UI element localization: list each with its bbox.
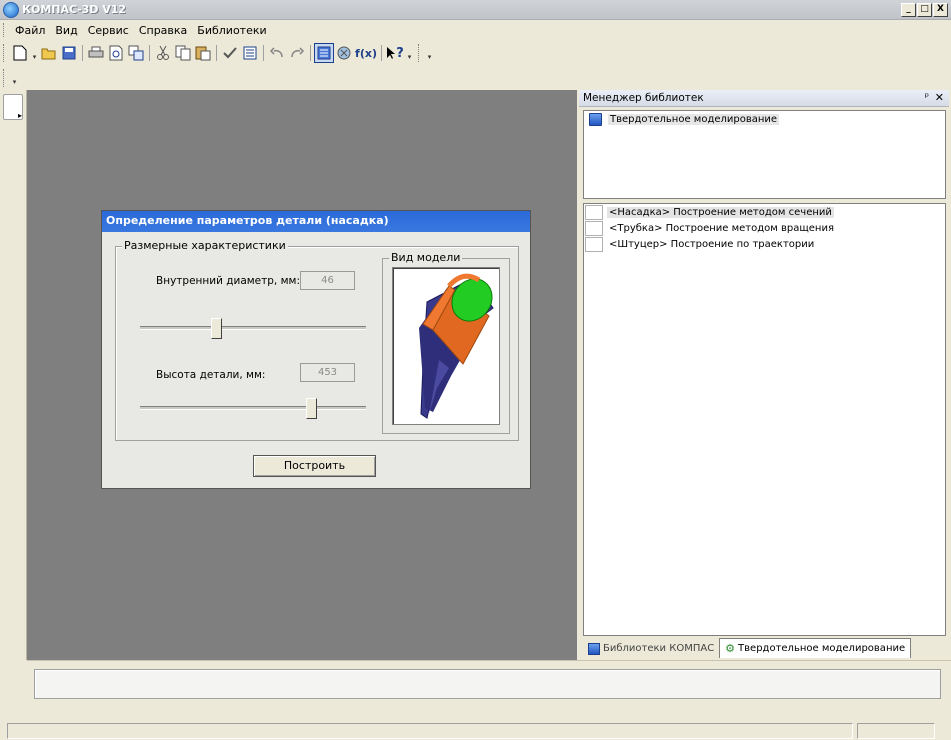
library-manager-panel: Менеджер библиотек ᵖ ✕ Твердотельное мод…: [579, 90, 949, 660]
item-icon: [585, 220, 603, 236]
list-item[interactable]: <Трубка> Построение методом вращения: [584, 220, 945, 236]
secondary-toolbar: ▾: [0, 66, 19, 90]
status-pane-main: [7, 723, 853, 739]
copy-props-icon[interactable]: [126, 43, 146, 63]
list-item-label: <Штуцер> Построение по траектории: [609, 238, 815, 250]
library-commands-list: <Насадка> Построение методом сечений <Тр…: [583, 203, 946, 636]
list-item-label: <Трубка> Построение методом вращения: [609, 222, 834, 234]
build-button[interactable]: Построить: [253, 455, 376, 477]
library-manager-header: Менеджер библиотек ᵖ ✕: [579, 90, 949, 107]
new-file-icon[interactable]: [10, 43, 30, 63]
gear-icon: ⚙: [725, 642, 736, 655]
menu-libraries[interactable]: Библиотеки: [192, 24, 271, 37]
height-slider-thumb[interactable]: [305, 398, 317, 419]
model-view-label: Вид модели: [389, 251, 463, 264]
close-button[interactable]: X: [933, 3, 948, 17]
model-view-group: Вид модели: [382, 251, 510, 434]
inner-diameter-slider-track[interactable]: [140, 326, 366, 330]
menubar-grip[interactable]: [3, 23, 6, 37]
standard-toolbar: ▾ f(x) ? ▾ ▾: [0, 40, 434, 66]
paste-icon[interactable]: [193, 43, 213, 63]
title-bar: КОМПАС-3D V12 _ □ X: [0, 0, 951, 20]
app-logo-icon: [3, 1, 19, 18]
list-item-label: <Насадка> Построение методом сечений: [607, 206, 834, 218]
menu-help[interactable]: Справка: [134, 24, 192, 37]
list-icon[interactable]: [240, 43, 260, 63]
nozzle-model-image: [419, 273, 494, 419]
toolbar-separator: [381, 45, 382, 61]
redo-icon[interactable]: [287, 43, 307, 63]
cut-icon[interactable]: [153, 43, 173, 63]
pin-icon[interactable]: ᵖ: [925, 92, 929, 103]
library-tabs: Библиотеки КОМПАС ⚙ Твердотельное модели…: [583, 638, 946, 658]
menu-file[interactable]: Файл: [10, 24, 50, 37]
toolbar-overflow-icon[interactable]: ▾: [405, 45, 414, 61]
toolbar-grip[interactable]: [3, 69, 6, 87]
dimensions-group-label: Размерные характеристики: [122, 239, 288, 252]
library-book-icon: [589, 113, 602, 126]
check-icon[interactable]: [220, 43, 240, 63]
help-cursor-icon[interactable]: ?: [385, 43, 405, 63]
open-icon[interactable]: [39, 43, 59, 63]
panel-close-icon[interactable]: ✕: [935, 91, 944, 104]
minimize-button[interactable]: _: [901, 3, 916, 17]
toolbar-separator: [263, 45, 264, 61]
toolbar-grip[interactable]: [418, 44, 421, 62]
left-panel-strip: ▸: [0, 90, 27, 660]
panel-tab[interactable]: ▸: [3, 94, 23, 120]
toolbar-separator: [216, 45, 217, 61]
variables-icon[interactable]: [334, 43, 354, 63]
library-item[interactable]: Твердотельное моделирование: [584, 111, 945, 128]
inner-diameter-field[interactable]: 46: [300, 271, 355, 290]
help-mark: ?: [396, 45, 404, 61]
height-label: Высота детали, мм:: [156, 369, 266, 381]
list-item[interactable]: <Насадка> Построение методом сечений: [584, 204, 945, 220]
library-item-label: Твердотельное моделирование: [608, 114, 780, 125]
item-icon: [585, 236, 603, 252]
print-icon[interactable]: [86, 43, 106, 63]
menu-service[interactable]: Сервис: [83, 24, 134, 37]
window-controls: _ □ X: [901, 3, 948, 17]
library-manager-title: Менеджер библиотек: [583, 92, 704, 104]
toolbar-overflow-icon[interactable]: ▾: [10, 70, 19, 86]
properties-field: [34, 669, 941, 699]
undo-icon[interactable]: [267, 43, 287, 63]
library-book-icon: [588, 642, 600, 655]
print-preview-icon[interactable]: [106, 43, 126, 63]
model-preview: [392, 267, 500, 425]
maximize-button[interactable]: □: [917, 3, 932, 17]
toolbar-separator: [82, 45, 83, 61]
toolbar-overflow-icon[interactable]: ▾: [425, 45, 434, 61]
dialog-title: Определение параметров детали (насадка): [102, 211, 530, 232]
status-pane-right: [857, 723, 935, 739]
menu-view[interactable]: Вид: [50, 24, 82, 37]
toolbar-separator: [149, 45, 150, 61]
part-parameters-dialog: Определение параметров детали (насадка) …: [101, 210, 531, 489]
copy-icon[interactable]: [173, 43, 193, 63]
library-manager-icon[interactable]: [314, 43, 334, 63]
app-title: КОМПАС-3D V12: [22, 3, 127, 16]
inner-diameter-slider-thumb[interactable]: [210, 318, 222, 339]
library-list: Твердотельное моделирование: [583, 110, 946, 199]
tab-kompas-libraries[interactable]: Библиотеки КОМПАС: [583, 639, 719, 658]
tab-solid-modeling[interactable]: ⚙ Твердотельное моделирование: [719, 638, 912, 658]
item-icon: [585, 204, 603, 220]
height-slider-track[interactable]: [140, 406, 366, 410]
fx-icon[interactable]: f(x): [354, 43, 378, 63]
height-field[interactable]: 453: [300, 363, 355, 382]
tab-label: Твердотельное моделирование: [738, 643, 906, 654]
toolbar-separator: [310, 45, 311, 61]
save-icon[interactable]: [59, 43, 79, 63]
list-item[interactable]: <Штуцер> Построение по траектории: [584, 236, 945, 252]
toolbar-grip[interactable]: [3, 44, 6, 62]
dropdown-arrow-icon[interactable]: ▾: [30, 45, 39, 61]
tab-label: Библиотеки КОМПАС: [603, 643, 715, 654]
inner-diameter-label: Внутренний диаметр, мм:: [156, 275, 300, 287]
bottom-properties-panel: [27, 660, 951, 718]
status-bar: [0, 720, 951, 740]
menu-bar: Файл Вид Сервис Справка Библиотеки: [0, 20, 951, 40]
